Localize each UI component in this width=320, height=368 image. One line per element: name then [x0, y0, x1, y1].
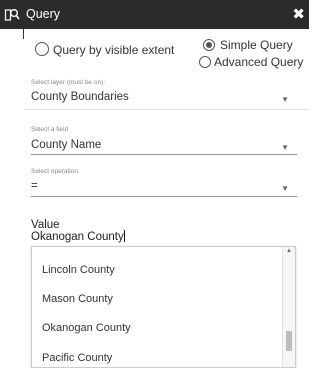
close-icon[interactable]: ✖	[292, 5, 305, 23]
layer-select-label: Select layer (must be on):	[31, 79, 106, 86]
field-select[interactable]: County Name	[31, 139, 101, 151]
simple-query-option[interactable]: Simple Query	[203, 37, 303, 53]
field-underline	[31, 154, 297, 155]
visible-extent-option[interactable]: Query by visible extent	[35, 40, 175, 58]
dropdown-option[interactable]: Okanogan County	[42, 322, 131, 334]
panel-title: Query	[26, 7, 61, 21]
query-search-icon	[4, 6, 20, 22]
dropdown-option[interactable]: Lincoln County	[42, 264, 115, 276]
caret-down-icon[interactable]: ▼	[281, 95, 289, 104]
operation-select-label: Select operation:	[31, 168, 80, 175]
panel-header: Query ✖	[0, 0, 309, 29]
operation-underline	[31, 196, 297, 197]
simple-query-radio[interactable]	[203, 39, 215, 51]
value-input[interactable]: Okanogan County	[31, 230, 125, 243]
dropdown-scrollbar[interactable]: ▲	[282, 247, 295, 367]
advanced-query-radio[interactable]	[199, 56, 211, 68]
value-input-text: Okanogan County	[31, 231, 124, 243]
caret-down-icon[interactable]: ▼	[281, 184, 289, 193]
visible-extent-radio[interactable]	[35, 42, 49, 56]
layer-select[interactable]: County Boundaries	[31, 91, 129, 103]
operation-select[interactable]: =	[31, 180, 38, 192]
scrollbar-thumb[interactable]	[286, 331, 292, 351]
dropdown-option[interactable]: Pacific County	[42, 352, 112, 364]
scroll-up-arrow-icon[interactable]: ▲	[286, 248, 292, 254]
layer-divider	[24, 109, 309, 110]
simple-query-label: Simple Query	[220, 38, 293, 52]
advanced-query-label: Advanced Query	[214, 55, 304, 69]
autocomplete-dropdown[interactable]: Lincoln County Mason County Okanogan Cou…	[31, 246, 296, 368]
field-select-label: Select a field	[31, 126, 69, 133]
visible-extent-label: Query by visible extent	[53, 43, 175, 57]
text-cursor	[123, 230, 125, 242]
caret-down-icon[interactable]: ▼	[281, 143, 289, 152]
advanced-query-option[interactable]: Advanced Query	[199, 54, 304, 70]
dropdown-option[interactable]: Mason County	[42, 293, 113, 305]
panel-edge	[23, 29, 24, 39]
